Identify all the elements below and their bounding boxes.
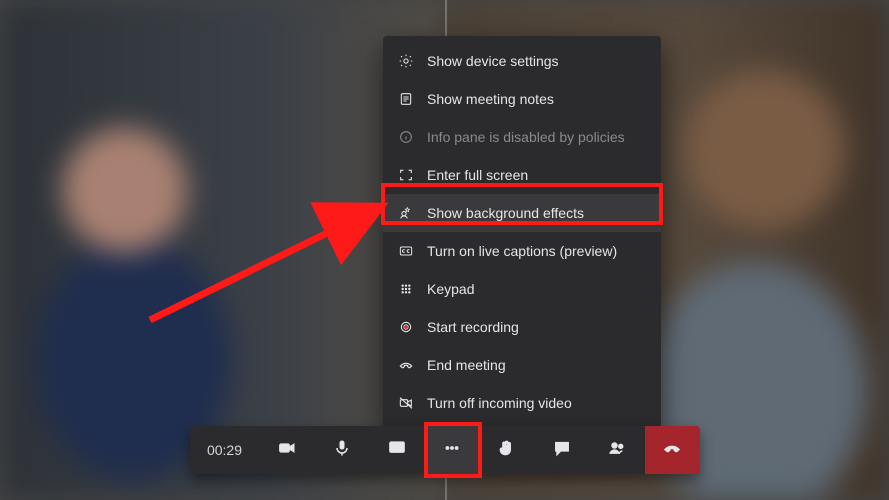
hang-up-button[interactable]: [645, 426, 700, 474]
gear-icon: [397, 52, 415, 70]
menu-item-start-recording[interactable]: Start recording: [383, 308, 661, 346]
more-actions-button[interactable]: [425, 426, 480, 474]
cc-icon: [397, 242, 415, 260]
menu-item-label: Turn off incoming video: [427, 395, 572, 411]
microphone-icon: [332, 438, 352, 463]
fullscreen-icon: [397, 166, 415, 184]
end-call-icon: [397, 356, 415, 374]
menu-item-label: Info pane is disabled by policies: [427, 129, 625, 145]
menu-item-end-meeting[interactable]: End meeting: [383, 346, 661, 384]
menu-item-label: Enter full screen: [427, 167, 528, 183]
record-icon: [397, 318, 415, 336]
hang-up-icon: [662, 438, 682, 463]
menu-item-label: Show device settings: [427, 53, 559, 69]
menu-item-incoming-video-off[interactable]: Turn off incoming video: [383, 384, 661, 422]
menu-item-label: End meeting: [427, 357, 506, 373]
menu-item-background-effects[interactable]: Show background effects: [383, 194, 661, 232]
info-icon: [397, 128, 415, 146]
ellipsis-icon: [442, 438, 462, 463]
keypad-icon: [397, 280, 415, 298]
menu-item-label: Start recording: [427, 319, 519, 335]
camera-icon: [277, 438, 297, 463]
chat-icon: [552, 438, 572, 463]
menu-item-label: Show background effects: [427, 205, 584, 221]
more-actions-menu: Show device settings Show meeting notes …: [383, 36, 661, 428]
notes-icon: [397, 90, 415, 108]
menu-item-device-settings[interactable]: Show device settings: [383, 42, 661, 80]
menu-item-label: Keypad: [427, 281, 474, 297]
menu-item-meeting-notes[interactable]: Show meeting notes: [383, 80, 661, 118]
microphone-button[interactable]: [315, 426, 370, 474]
participant-tile-left: [0, 0, 445, 500]
raise-hand-button[interactable]: [480, 426, 535, 474]
share-screen-button[interactable]: [370, 426, 425, 474]
incoming-video-off-icon: [397, 394, 415, 412]
meeting-timer: 00:29: [190, 426, 260, 474]
menu-item-fullscreen[interactable]: Enter full screen: [383, 156, 661, 194]
menu-item-label: Show meeting notes: [427, 91, 554, 107]
share-screen-icon: [387, 438, 407, 463]
background-effects-icon: [397, 204, 415, 222]
meeting-control-bar: 00:29: [190, 426, 700, 474]
menu-item-keypad[interactable]: Keypad: [383, 270, 661, 308]
people-icon: [607, 438, 627, 463]
camera-button[interactable]: [260, 426, 315, 474]
menu-item-info-pane-disabled: Info pane is disabled by policies: [383, 118, 661, 156]
menu-item-label: Turn on live captions (preview): [427, 243, 617, 259]
menu-item-live-captions[interactable]: Turn on live captions (preview): [383, 232, 661, 270]
meeting-timer-text: 00:29: [207, 442, 242, 458]
show-conversation-button[interactable]: [535, 426, 590, 474]
show-participants-button[interactable]: [590, 426, 645, 474]
raise-hand-icon: [497, 438, 517, 463]
